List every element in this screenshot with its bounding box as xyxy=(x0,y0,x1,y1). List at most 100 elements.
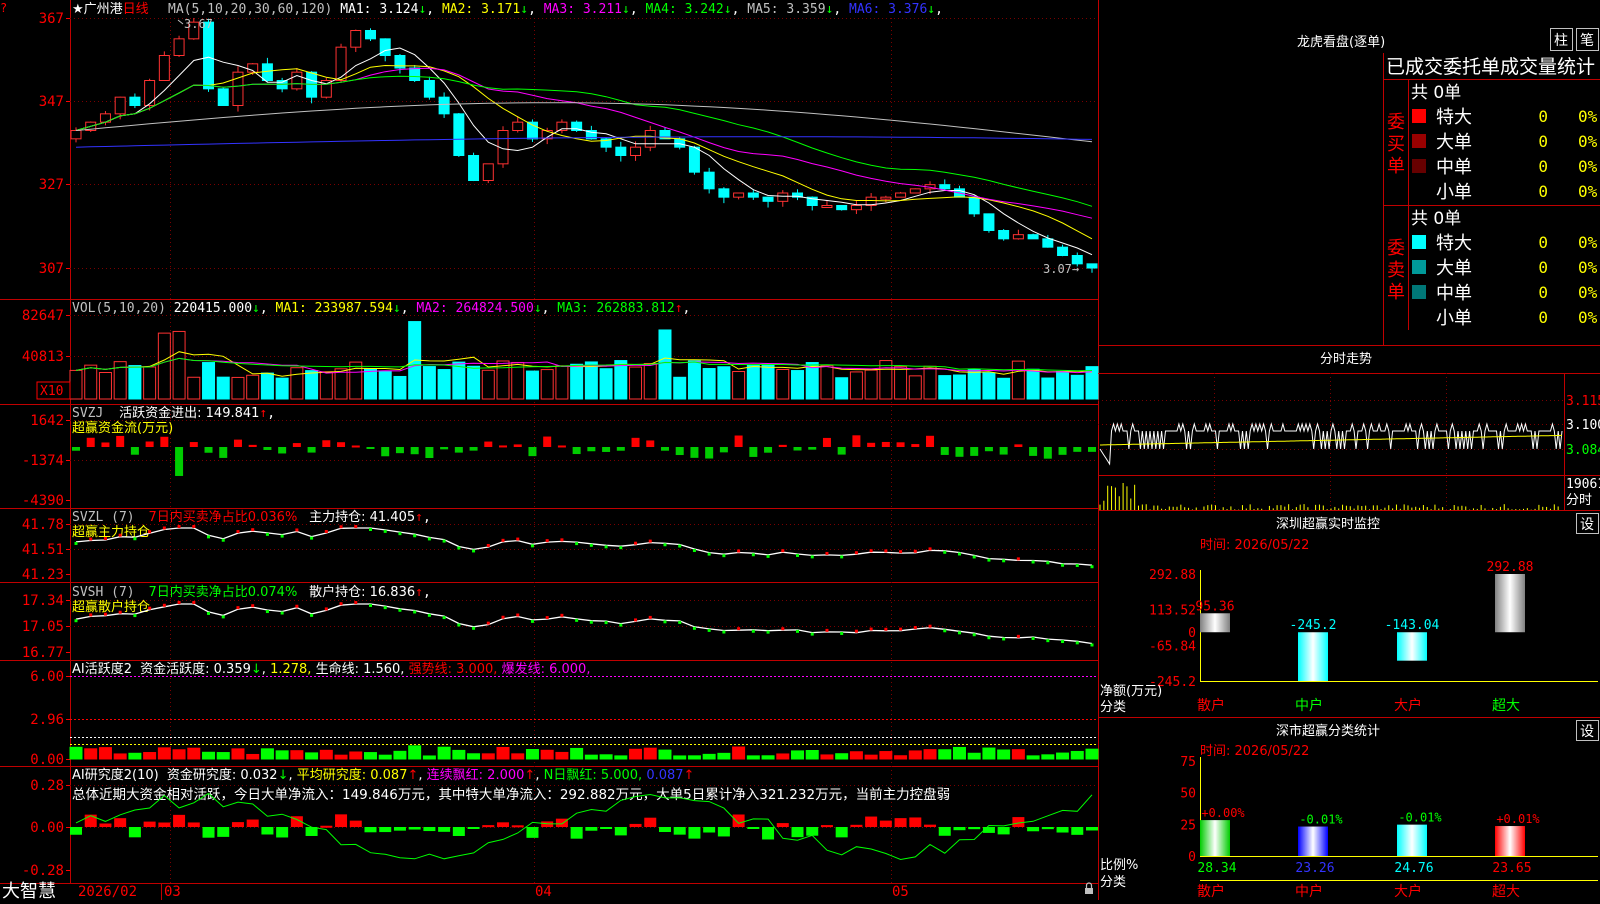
stock-name: 广州港 xyxy=(84,2,123,17)
svzl-marker xyxy=(987,558,991,562)
pen-mode-button[interactable]: 笔 xyxy=(1576,28,1599,51)
ai1-bar xyxy=(1070,750,1084,760)
ai1-bar xyxy=(791,750,805,760)
favorite-star-icon[interactable]: ★ xyxy=(72,2,84,17)
ma-legend: MA(5,10,20,30,60,120) MA1: 3.124↓, MA2: … xyxy=(168,2,943,17)
ma-arrow-2: ↓ xyxy=(622,2,630,17)
volume-bar xyxy=(452,361,466,400)
ai1-bar xyxy=(481,753,495,760)
monitor-bar-label-1: -245.2 xyxy=(1290,618,1337,633)
volume-bar xyxy=(658,329,672,400)
svzj-bar xyxy=(248,444,257,447)
ai1-bar xyxy=(629,748,643,760)
volume-bar xyxy=(894,366,908,400)
ai1-bar xyxy=(260,748,274,760)
stats-settings-button[interactable]: 设 xyxy=(1576,720,1599,741)
sell-color-swatch-2 xyxy=(1412,285,1426,299)
candle-body xyxy=(1057,246,1069,257)
period-label[interactable]: 日线 xyxy=(123,2,149,17)
volume-bar xyxy=(997,377,1011,400)
buy-color-swatch-3 xyxy=(1412,184,1426,198)
ai2-bar xyxy=(806,827,819,836)
svzl-marker xyxy=(589,543,593,547)
volume-bar xyxy=(334,368,348,400)
ai2-bar xyxy=(173,814,186,827)
svzj-bar xyxy=(307,447,316,453)
buy-color-swatch-1 xyxy=(1412,134,1426,148)
sell-row-count-2: 0 xyxy=(1538,283,1548,302)
volume-bar xyxy=(128,365,142,400)
svzl-marker xyxy=(118,533,122,537)
svzj-bar xyxy=(970,447,979,456)
ai1-bar xyxy=(894,755,908,760)
order-stats-title: 已成交委托单成交量统计 xyxy=(1386,56,1595,78)
ai1-bar xyxy=(305,752,319,760)
candle-body xyxy=(1027,234,1039,240)
ai2-bar xyxy=(850,824,863,827)
monitor-settings-button[interactable]: 设 xyxy=(1576,513,1599,534)
candle-body xyxy=(364,30,376,40)
svzl-marker xyxy=(957,552,961,556)
volume-bar xyxy=(275,377,289,400)
volume-bar xyxy=(879,360,893,400)
ai1-bar xyxy=(496,746,510,760)
svsh-marker xyxy=(354,601,358,604)
candle-body xyxy=(983,213,995,231)
lock-icon[interactable] xyxy=(1085,882,1093,894)
svsh-marker xyxy=(766,630,770,634)
svzj-label: SVZJ xyxy=(72,406,103,421)
ma-sep-2: , xyxy=(630,2,646,17)
ai1-bar xyxy=(143,752,157,760)
sell-row-pct-2: 0% xyxy=(1578,283,1598,302)
svsh-marker xyxy=(207,611,211,615)
sell-row-count-0: 0 xyxy=(1538,233,1548,252)
svzj-bar xyxy=(705,447,714,459)
svzj-bar xyxy=(999,447,1008,455)
svsh-tick-0: 17.34 xyxy=(22,593,64,609)
volume-bar xyxy=(319,371,333,400)
ma-sep-3: , xyxy=(732,2,748,17)
volume-bar xyxy=(143,366,157,400)
svzl-marker xyxy=(766,554,770,558)
candle-body xyxy=(998,230,1010,240)
ai2-bars xyxy=(70,814,1098,840)
ai2-bar xyxy=(555,818,568,827)
volume-bar xyxy=(260,372,274,400)
ai2-summary: 总体近期大资金相对活跃，今日大单净流入：149.846万元，其中特大单净流入：2… xyxy=(72,786,950,803)
ai1-bar xyxy=(216,752,230,760)
svzl-marker xyxy=(810,555,814,559)
column-mode-button[interactable]: 柱 xyxy=(1550,28,1573,51)
candle-body xyxy=(747,192,759,198)
ai1-lifeline: 生命线: 1.560, xyxy=(316,661,405,677)
svzl-label: SVZL (7) xyxy=(72,510,135,525)
buy-row-count-2: 0 xyxy=(1538,157,1548,176)
vol-item-sep-1: , xyxy=(542,301,558,316)
svzj-bar xyxy=(233,439,242,447)
buy-row-pct-0: 0% xyxy=(1578,107,1598,126)
volume-bar xyxy=(761,363,775,400)
ai1-strong-line: 强势线: 3.000, xyxy=(409,661,498,677)
monitor-category-1: 中户 xyxy=(1295,697,1323,714)
candle-body xyxy=(129,96,141,106)
svsh-marker xyxy=(1002,637,1006,641)
ai1-bar xyxy=(378,754,392,760)
svsh-tick-2: 16.77 xyxy=(22,645,64,661)
svzj-bar xyxy=(175,447,184,476)
volume-bar xyxy=(923,365,937,400)
svzj-bar xyxy=(366,447,375,449)
sell-orders: 委卖单 共 0单特大 0 0% 大单 0 0% 中单 0 0% 小单 0 0% xyxy=(1387,209,1598,329)
svzj-bar xyxy=(690,447,699,458)
volume-bar xyxy=(202,362,216,400)
svzj-bar xyxy=(808,447,817,450)
stock-title[interactable]: ★广州港日线 xyxy=(72,2,149,17)
svzl-marker xyxy=(251,528,255,532)
volume-y-axis: 82647 40813 xyxy=(22,308,70,365)
svzj-tick-2: -4390 xyxy=(22,493,64,509)
stats-tick-2: 25 xyxy=(1180,818,1196,833)
svzl-marker xyxy=(840,555,844,559)
stats-change-3: +0.01% xyxy=(1496,812,1540,826)
ai1-bar xyxy=(540,749,554,760)
stock-terminal: ? ★广州港日线 MA(5,10,20,30,60,120) MA1: 3.12… xyxy=(0,0,1600,902)
volume-bar xyxy=(629,366,643,400)
svsh-marker xyxy=(427,613,431,617)
